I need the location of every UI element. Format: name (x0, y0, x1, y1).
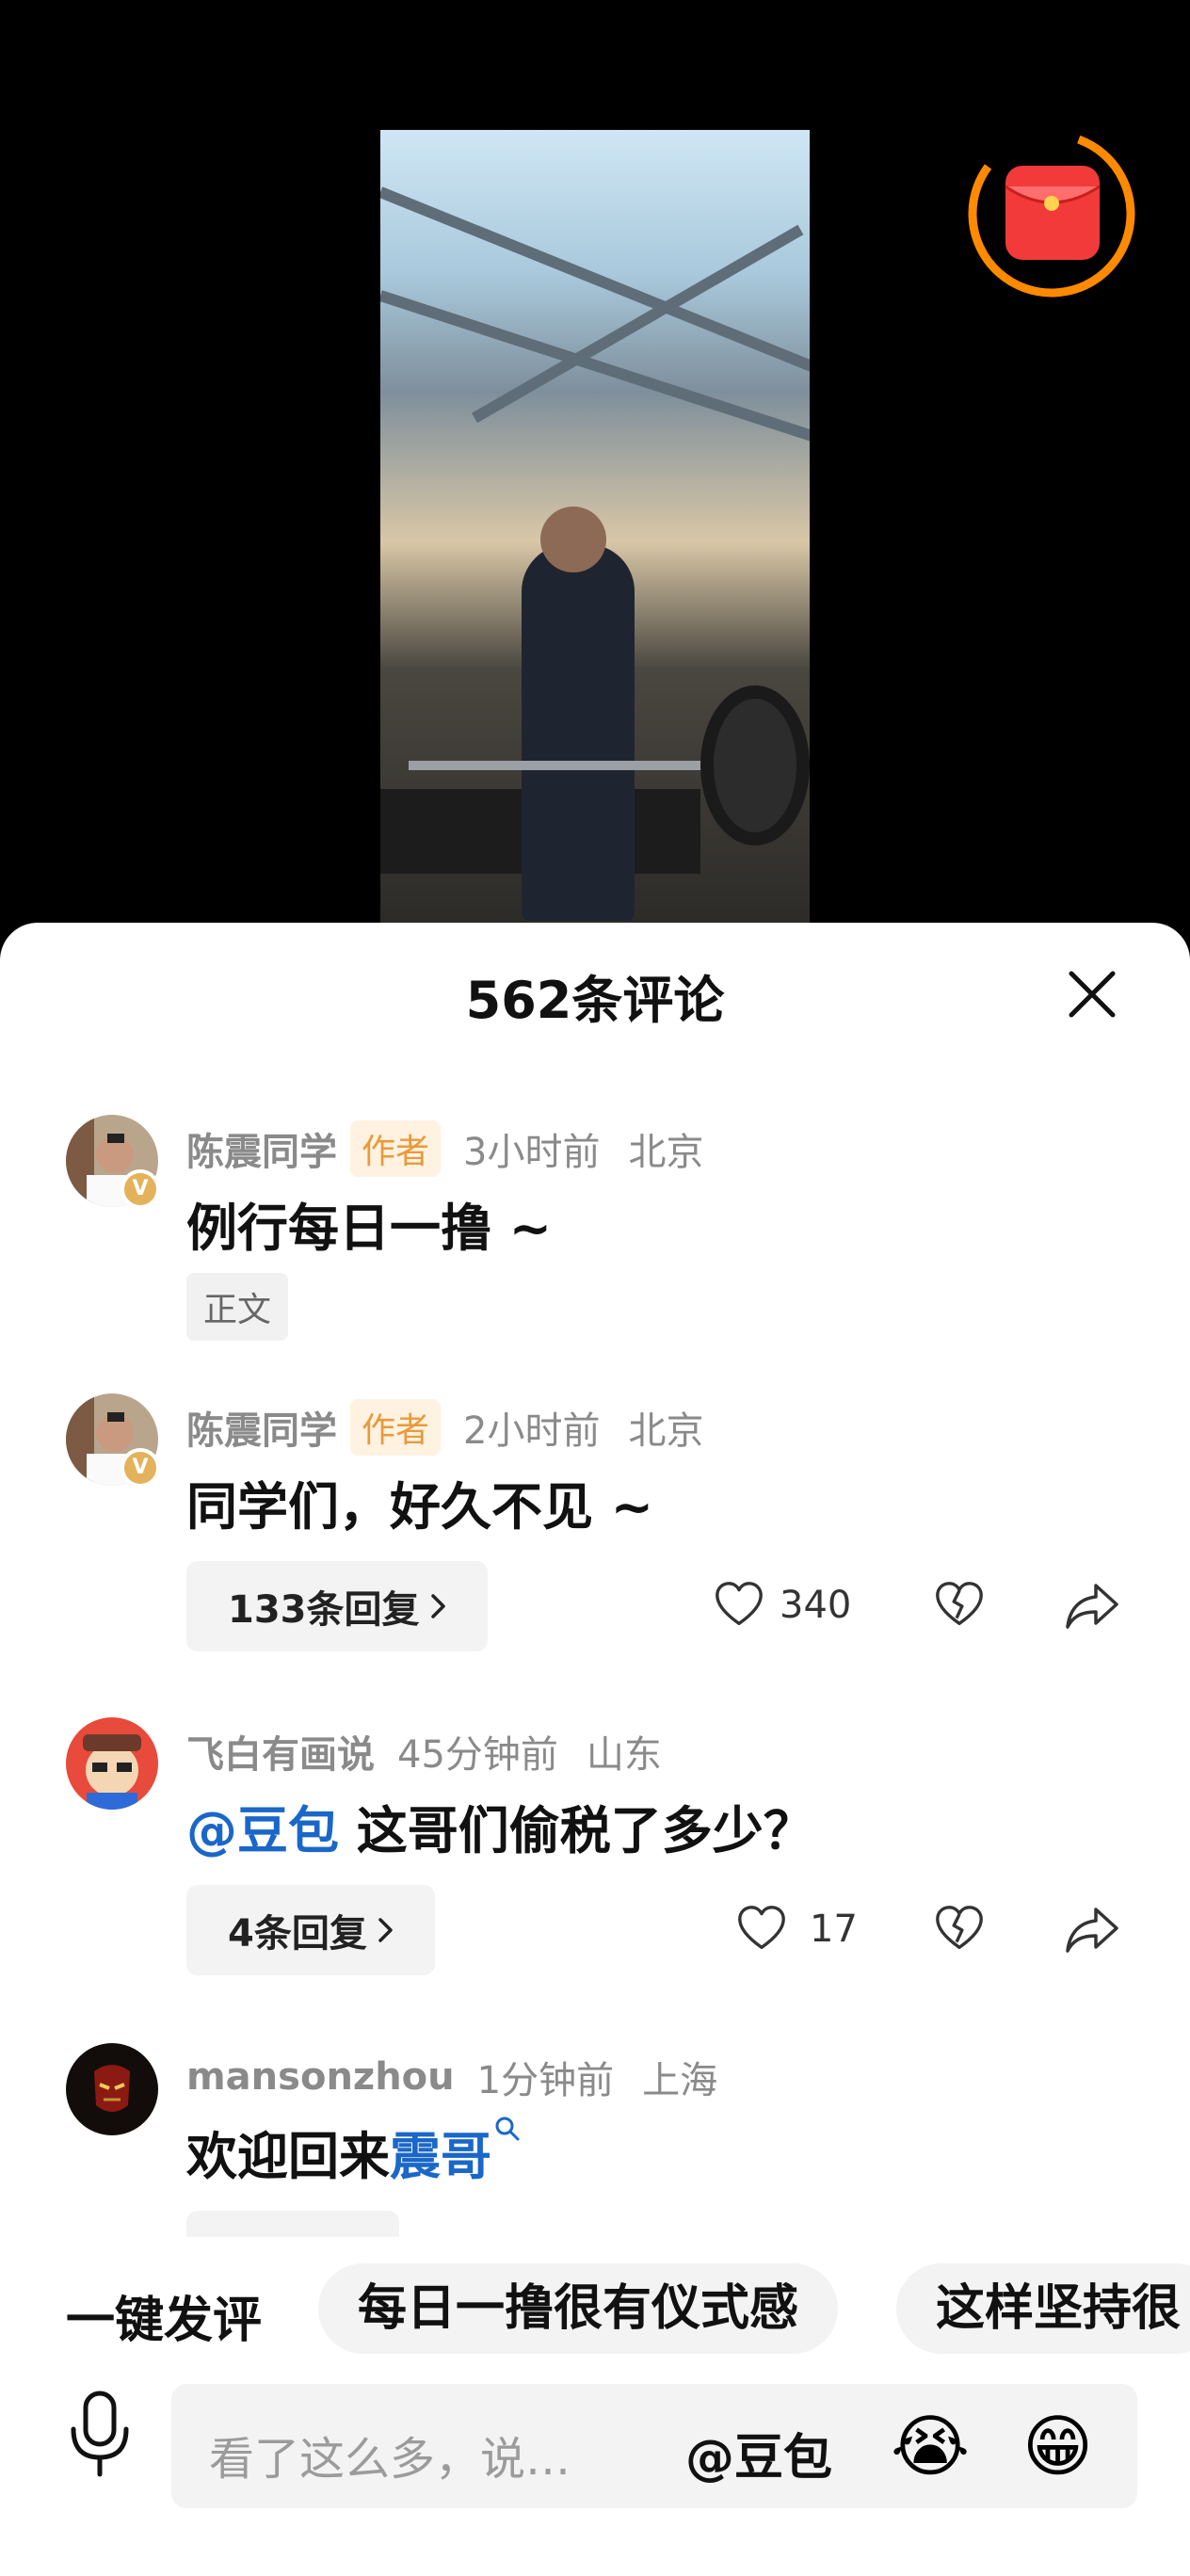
comment-item: mansonzhou 1分钟前 上海 欢迎回来震哥 (0, 2043, 1190, 2237)
comment-input-bar: 看了这么多，说… @豆包 😭 😁 (0, 2359, 1190, 2576)
comment-author[interactable]: 陈震同学 (186, 1400, 337, 1455)
comment-text[interactable]: 同学们，好久不见 ~ (186, 1465, 653, 1539)
replies-count: 133条回复 (228, 1588, 420, 1632)
comment-location: 上海 (642, 2059, 718, 2102)
chevron-right-icon (378, 1918, 393, 1942)
comment-meta: mansonzhou 1分钟前 上海 (186, 2049, 717, 2105)
like-button[interactable]: 17 (734, 1902, 858, 1956)
replies-count: 4条回复 (228, 1912, 367, 1956)
author-tag: 作者 (350, 1399, 442, 1456)
comment-time: 45分钟前 (397, 1733, 558, 1777)
video-player[interactable] (0, 0, 1190, 932)
comment-time: 2小时前 (463, 1409, 601, 1453)
quick-comment-chip[interactable]: 这样坚持很 (896, 2263, 1190, 2354)
comment-body: 这哥们偷税了多少？ (339, 1801, 814, 1860)
video-frame[interactable] (380, 130, 810, 923)
main-text-label: 正文 (186, 1273, 289, 1341)
quick-comment-row: 一键发评 每日一撸很有仪式感 这样坚持很 (0, 2256, 1190, 2359)
comment-meta: 陈震同学 作者 2小时前 北京 (186, 1399, 703, 1456)
view-replies-button[interactable] (186, 2211, 399, 2237)
chevron-right-icon (430, 1594, 445, 1618)
comment-location: 山东 (586, 1733, 662, 1777)
video-plate (700, 685, 810, 845)
verified-badge-icon: V (121, 1169, 160, 1209)
comment-text[interactable]: 例行每日一撸 ~ (186, 1186, 552, 1261)
close-icon[interactable] (1062, 964, 1122, 1024)
comment-location: 北京 (628, 1409, 704, 1453)
heart-icon (716, 1582, 763, 1626)
grin-emoji-icon[interactable]: 😁 (1022, 2407, 1093, 2486)
comment-meta: 陈震同学 作者 3小时前 北京 (186, 1120, 703, 1177)
red-packet-icon[interactable] (966, 128, 1137, 299)
comment-meta: 飞白有画说 45分钟前 山东 (186, 1723, 662, 1779)
microphone-icon[interactable] (62, 2386, 137, 2480)
video-person (522, 544, 635, 921)
comment-input[interactable]: 看了这么多，说… @豆包 😭 😁 (171, 2384, 1137, 2508)
comment-text[interactable]: 欢迎回来震哥 (186, 2115, 522, 2189)
view-replies-button[interactable]: 133条回复 (186, 1561, 488, 1651)
sheet-title: 562条评论 (465, 971, 725, 1030)
like-button[interactable]: 340 (712, 1578, 851, 1633)
comment-location: 北京 (628, 1131, 704, 1174)
quick-comment-label: 一键发评 (66, 2293, 263, 2349)
dislike-heart-icon[interactable] (932, 1902, 987, 1956)
avatar[interactable] (66, 2043, 158, 2135)
at-doubao-button[interactable]: @豆包 (685, 2418, 832, 2488)
video-person-head (540, 507, 606, 572)
quick-comment-chip[interactable]: 每日一撸很有仪式感 (318, 2263, 839, 2354)
input-placeholder: 看了这么多，说… (209, 2433, 571, 2486)
crying-laugh-emoji-icon[interactable]: 😭 (891, 2407, 970, 2486)
verified-badge-icon: V (121, 1448, 160, 1488)
avatar[interactable] (66, 1717, 158, 1810)
heart-icon (738, 1906, 785, 1950)
like-count: 17 (810, 1908, 858, 1951)
comment-time: 3小时前 (463, 1131, 601, 1174)
comment-body: 欢迎回来 (186, 2127, 390, 2186)
comment-author[interactable]: 陈震同学 (186, 1121, 337, 1176)
search-keyword-link[interactable]: 震哥 (390, 2127, 491, 2186)
view-replies-button[interactable]: 4条回复 (186, 1885, 435, 1975)
author-tag: 作者 (350, 1120, 442, 1177)
comment-text[interactable]: @豆包 这哥们偷税了多少？ (186, 1789, 814, 1863)
mention-link[interactable]: @豆包 (186, 1801, 339, 1860)
comment-author[interactable]: mansonzhou (186, 2055, 455, 2099)
dislike-heart-icon[interactable] (932, 1578, 987, 1633)
share-icon[interactable] (1064, 1902, 1120, 1956)
comment-author[interactable]: 飞白有画说 (186, 1724, 375, 1779)
search-icon[interactable] (493, 2115, 522, 2143)
comment-time: 1分钟前 (476, 2059, 615, 2102)
like-count: 340 (780, 1584, 852, 1627)
video-bg-detail (380, 290, 810, 453)
share-icon[interactable] (1064, 1578, 1120, 1633)
